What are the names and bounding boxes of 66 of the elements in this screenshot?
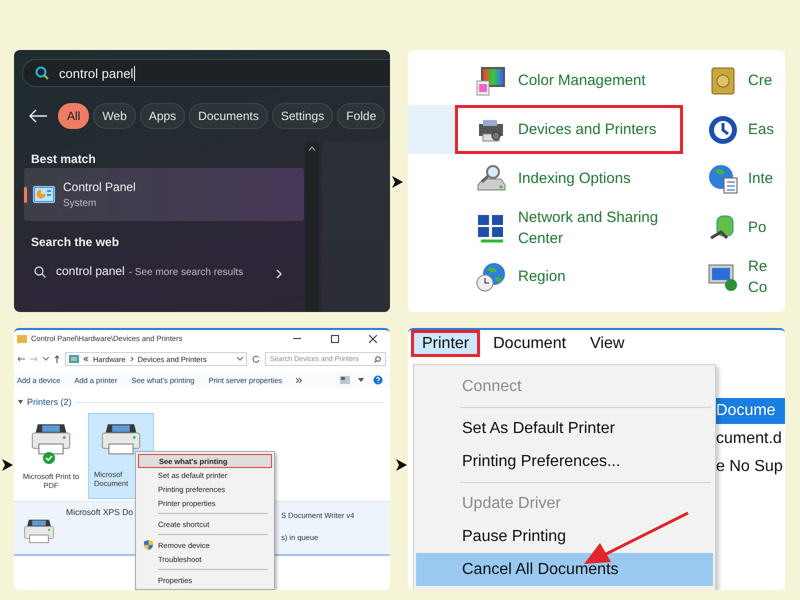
control-panel-icon xyxy=(33,186,55,203)
accessibility-icon xyxy=(707,114,739,146)
search-icon xyxy=(34,266,46,278)
menu-item[interactable]: Set As Default Printer xyxy=(416,412,713,445)
search-icon xyxy=(374,356,381,362)
globe-list-icon xyxy=(707,162,739,194)
control-panel-link[interactable]: Inte xyxy=(748,168,778,189)
folder-icon xyxy=(17,334,27,342)
double-chevron-icon[interactable] xyxy=(296,378,302,382)
filter-chip[interactable]: Settings xyxy=(272,103,334,129)
section-heading: Best match xyxy=(30,151,97,168)
filter-chip[interactable]: Web xyxy=(93,103,136,129)
printer-icon xyxy=(22,518,56,546)
printer-name: Microsoft XPS Do xyxy=(66,507,134,518)
chevron-up-icon[interactable] xyxy=(308,146,316,151)
web-result-hint: - See more search results xyxy=(128,267,244,278)
group-heading: Printers (2) xyxy=(27,397,72,407)
double-chevron-icon xyxy=(83,356,89,362)
color-monitor-icon xyxy=(475,64,507,96)
help-icon[interactable] xyxy=(372,374,384,386)
filter-chip[interactable]: Documents xyxy=(189,103,268,129)
filter-chip[interactable]: Apps xyxy=(140,103,186,129)
search-field[interactable]: control panel xyxy=(22,59,390,87)
document-row[interactable]: Docume xyxy=(713,398,785,424)
control-panel-link[interactable]: Color Management xyxy=(455,56,680,105)
menu-item[interactable]: Printing Preferences... xyxy=(416,445,713,478)
web-result-title[interactable]: control panel xyxy=(56,264,125,278)
dropdown-caret-icon[interactable] xyxy=(358,378,364,382)
menu-item[interactable]: Pause Printing xyxy=(416,520,713,553)
collapse-caret-icon[interactable] xyxy=(18,400,23,404)
maximize-icon xyxy=(331,334,339,342)
dropdown-caret-icon[interactable] xyxy=(43,357,49,361)
minimize-icon xyxy=(293,338,301,339)
shield-icon xyxy=(144,540,153,550)
control-panel-link[interactable]: Indexing Options xyxy=(455,154,680,203)
menu-title[interactable]: Printer xyxy=(411,330,480,357)
filter-chip[interactable]: All xyxy=(58,103,90,129)
control-panel-link[interactable]: Region xyxy=(455,252,680,301)
up-arrow-icon[interactable] xyxy=(54,355,60,363)
document-row[interactable]: e No Sup xyxy=(713,454,785,480)
globe-clock-icon xyxy=(475,260,507,292)
control-panel-link[interactable]: Eas xyxy=(748,119,778,140)
best-match-result[interactable]: Control Panel System xyxy=(24,168,304,221)
menu-title[interactable]: View xyxy=(579,330,636,357)
refresh-icon[interactable] xyxy=(252,355,260,363)
control-panel-link[interactable]: Network and Sharing Center xyxy=(455,203,680,252)
chevron-right-icon[interactable] xyxy=(276,269,282,279)
scrollbar[interactable] xyxy=(305,142,319,312)
menu-item[interactable]: Cancel All Documents xyxy=(416,553,713,586)
dropdown-caret-icon[interactable] xyxy=(237,357,243,361)
section-heading: Search the web xyxy=(30,234,120,251)
close-icon xyxy=(369,334,377,342)
control-panel-link[interactable]: Cre xyxy=(748,70,778,91)
view-options-icon[interactable] xyxy=(340,376,350,384)
text-cursor xyxy=(134,66,136,80)
search-icon xyxy=(35,66,49,80)
control-panel-link[interactable]: Re Co xyxy=(748,256,778,298)
control-panel-link[interactable]: Devices and Printers xyxy=(455,105,683,154)
filter-chip[interactable]: Folde xyxy=(337,103,386,129)
control-panel-icon xyxy=(69,355,79,363)
menu-title[interactable]: Document xyxy=(482,330,578,357)
control-panel-link[interactable]: Po xyxy=(748,217,778,238)
document-row[interactable]: cument.d xyxy=(713,426,785,452)
printer-icon xyxy=(29,422,73,458)
arrowhead-icon xyxy=(392,176,403,188)
chevron-right-icon xyxy=(130,356,134,362)
